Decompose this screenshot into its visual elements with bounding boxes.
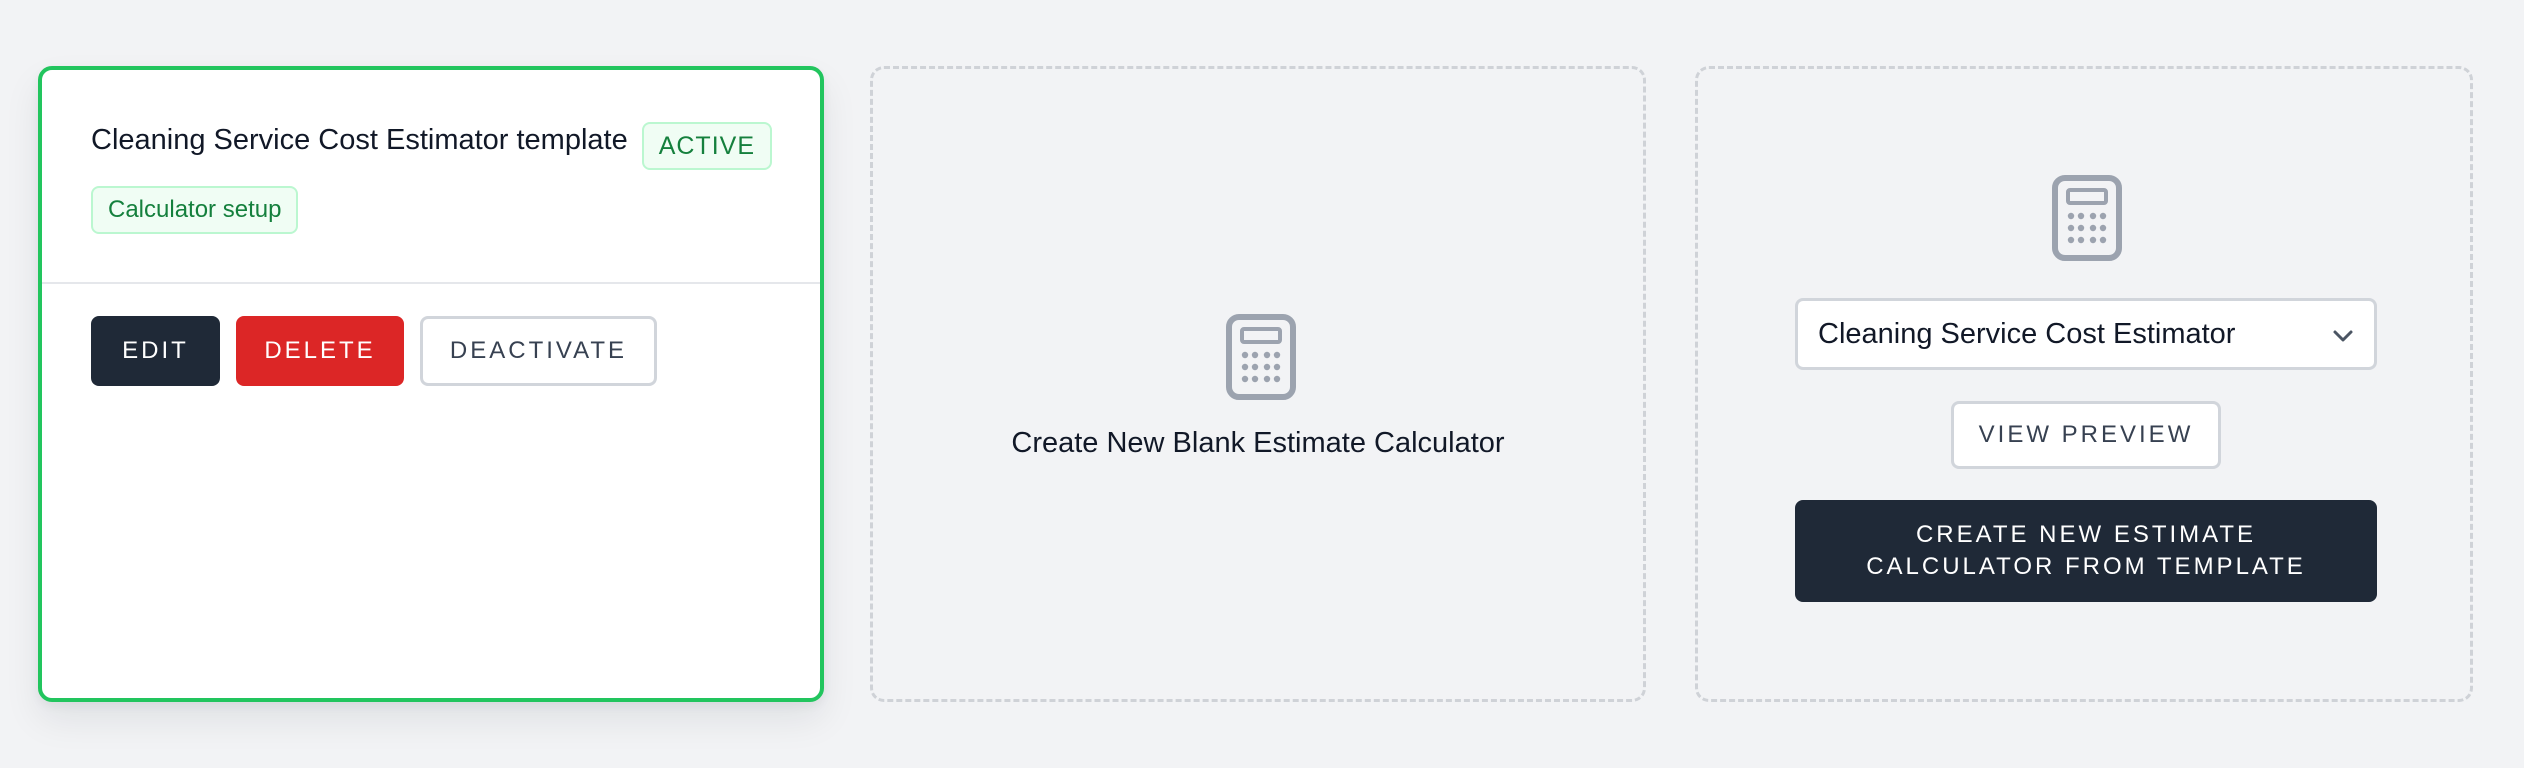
calculator-title: Cleaning Service Cost Estimator template [91,124,628,156]
calculator-type-tag: Calculator setup [91,186,299,234]
create-from-template-button[interactable]: CREATE NEW ESTIMATE CALCULATOR FROM TEMP… [1795,500,2377,602]
create-blank-calculator-card[interactable]: Create New Blank Estimate Calculator [870,66,1646,702]
create-from-template-card: Cleaning Service Cost Estimator VIEW PRE… [1695,66,2473,702]
template-select-value: Cleaning Service Cost Estimator [1818,317,2236,350]
template-select[interactable]: Cleaning Service Cost Estimator [1795,298,2377,370]
deactivate-button[interactable]: DEACTIVATE [420,316,657,386]
calculator-icon [2052,175,2122,261]
view-preview-button[interactable]: VIEW PREVIEW [1951,401,2221,469]
active-calculator-card: Cleaning Service Cost Estimator template… [38,66,824,702]
create-blank-label[interactable]: Create New Blank Estimate Calculator [873,427,1643,460]
calculator-cards-page: Cleaning Service Cost Estimator template… [0,0,2524,768]
card-actions: EDIT DELETE DEACTIVATE [91,316,657,386]
delete-button[interactable]: DELETE [236,316,404,386]
card-header: Cleaning Service Cost Estimator template… [42,70,820,284]
status-badge: ACTIVE [641,122,772,170]
edit-button[interactable]: EDIT [91,316,220,386]
calculator-icon [1226,314,1296,400]
chevron-down-icon [2333,330,2353,342]
